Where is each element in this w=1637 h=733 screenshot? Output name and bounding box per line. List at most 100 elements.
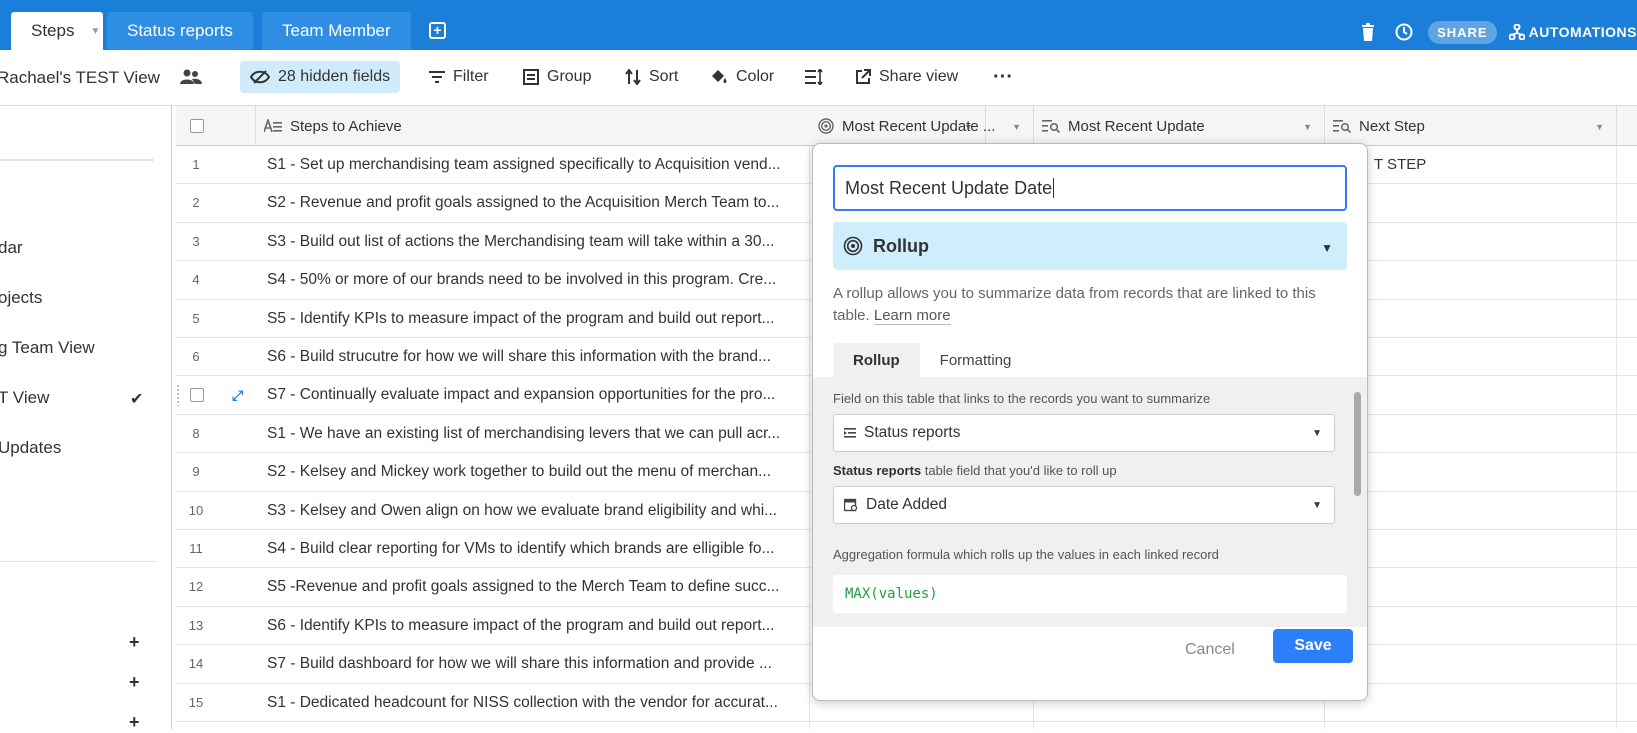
field-name-input[interactable]: Most Recent Update Date bbox=[833, 165, 1347, 211]
row-height-button[interactable] bbox=[795, 61, 841, 93]
add-icon[interactable]: + bbox=[129, 712, 140, 733]
sidebar-item-calendar[interactable]: dar bbox=[0, 238, 23, 258]
lookup-date-icon bbox=[844, 498, 858, 512]
history-icon[interactable] bbox=[1392, 20, 1416, 44]
sidebar-item-team-view[interactable]: g Team View bbox=[0, 338, 95, 358]
tab-rollup[interactable]: Rollup bbox=[833, 343, 920, 377]
column-label: Most Recent Update ... bbox=[842, 117, 996, 135]
sort-icon bbox=[625, 69, 641, 85]
rollup-field-value: Date Added bbox=[866, 496, 948, 513]
sort-button[interactable]: Sort bbox=[615, 61, 688, 93]
hidden-fields-button[interactable]: 28 hidden fields bbox=[240, 61, 401, 93]
rollup-icon bbox=[843, 236, 863, 256]
chevron-down-icon[interactable]: ▼ bbox=[90, 26, 100, 37]
sidebar-divider bbox=[0, 159, 154, 161]
share-view-label: Share view bbox=[879, 68, 959, 85]
config-tabs: Rollup Formatting bbox=[833, 343, 1031, 377]
row-checkbox[interactable] bbox=[190, 388, 204, 403]
scrollbar[interactable] bbox=[1354, 392, 1361, 496]
chevron-down-icon[interactable]: ▼ bbox=[1595, 122, 1604, 132]
group-label: Group bbox=[547, 68, 592, 85]
row-number: 2 bbox=[192, 195, 200, 211]
sidebar-item-test-view[interactable]: T View bbox=[0, 388, 49, 408]
column-header-most-recent-update-date[interactable]: Most Recent Update ... ▼ bbox=[810, 106, 1034, 146]
share-view-button[interactable]: Share view bbox=[845, 61, 968, 93]
add-icon[interactable]: + bbox=[129, 632, 140, 653]
grid-header: Steps to Achieve ▼ Most Recent Update ..… bbox=[176, 106, 1637, 146]
row-number: 13 bbox=[188, 617, 204, 633]
chevron-down-icon: ▼ bbox=[1321, 241, 1333, 255]
text-cursor bbox=[1053, 178, 1055, 198]
cancel-button[interactable]: Cancel bbox=[1185, 633, 1235, 667]
row-number: 5 bbox=[192, 310, 200, 326]
paint-bucket-icon bbox=[712, 70, 727, 83]
tab-label: Steps bbox=[31, 21, 75, 40]
add-icon[interactable]: + bbox=[129, 672, 140, 693]
tab-team-member[interactable]: Team Member bbox=[262, 12, 411, 50]
column-label: Next Step bbox=[1359, 117, 1425, 135]
learn-more-link[interactable]: Learn more bbox=[873, 307, 951, 325]
color-button[interactable]: Color bbox=[700, 61, 784, 93]
filter-button[interactable]: Filter bbox=[419, 61, 499, 93]
add-table-icon[interactable]: + bbox=[429, 22, 446, 39]
filter-label: Filter bbox=[453, 68, 489, 85]
row-number: 9 bbox=[192, 464, 200, 480]
top-right-actions: SHARE AUTOMATIONS bbox=[1356, 18, 1637, 46]
rollup-table-name: Status reports bbox=[833, 463, 922, 478]
tab-status-reports[interactable]: Status reports bbox=[107, 12, 253, 50]
table-tab-bar: Steps ▼ Status reports Team Member + SHA… bbox=[0, 0, 1637, 50]
link-field-value: Status reports bbox=[864, 424, 961, 441]
row-number: 3 bbox=[192, 233, 200, 249]
collaborators-icon[interactable] bbox=[170, 61, 220, 93]
automations-button[interactable]: AUTOMATIONS bbox=[1508, 24, 1637, 40]
save-button[interactable]: Save bbox=[1273, 629, 1353, 663]
automations-label: AUTOMATIONS bbox=[1528, 24, 1637, 40]
cell-next-step[interactable]: T STEP bbox=[1374, 156, 1426, 173]
chevron-down-icon[interactable]: ▼ bbox=[1012, 122, 1021, 132]
row-number: 14 bbox=[188, 656, 204, 672]
rollup-field-label-text: table field that you'd like to roll up bbox=[921, 463, 1117, 478]
long-text-icon bbox=[264, 119, 282, 133]
row-number: 10 bbox=[188, 502, 204, 518]
aggregation-formula-input[interactable]: MAX(values) bbox=[833, 575, 1347, 613]
select-all-header bbox=[176, 106, 256, 146]
rollup-description: A rollup allows you to summarize data fr… bbox=[833, 283, 1343, 327]
row-number: 11 bbox=[189, 541, 203, 556]
share-button[interactable]: SHARE bbox=[1428, 20, 1497, 44]
hidden-eye-icon bbox=[250, 70, 270, 84]
field-name-value: Most Recent Update Date bbox=[845, 177, 1053, 198]
link-field-label: Field on this table that links to the re… bbox=[833, 391, 1211, 406]
row-number: 1 bbox=[192, 157, 200, 172]
rollup-field-label: Status reports table field that you'd li… bbox=[833, 463, 1117, 478]
trash-icon[interactable] bbox=[1356, 20, 1380, 44]
link-field-select[interactable]: Status reports ▼ bbox=[833, 414, 1335, 452]
field-type-select[interactable]: Rollup ▼ bbox=[833, 222, 1347, 270]
row-height-icon bbox=[805, 69, 823, 85]
rollup-config-panel: Field on this table that links to the re… bbox=[813, 377, 1367, 627]
tab-label: Status reports bbox=[127, 21, 233, 40]
row-number: 12 bbox=[188, 579, 204, 595]
color-label: Color bbox=[736, 68, 775, 85]
select-all-checkbox[interactable] bbox=[190, 119, 204, 133]
more-options-icon[interactable]: ··· bbox=[983, 61, 1023, 93]
tab-formatting[interactable]: Formatting bbox=[920, 343, 1032, 377]
expand-record-icon[interactable]: ⤢ bbox=[232, 387, 243, 404]
chevron-down-icon[interactable]: ▼ bbox=[1303, 122, 1312, 132]
rollup-field-select[interactable]: Date Added ▼ bbox=[833, 486, 1335, 524]
drag-handle-icon[interactable] bbox=[176, 384, 180, 407]
hidden-fields-label: 28 hidden fields bbox=[278, 68, 391, 85]
view-name[interactable]: Rachael's TEST View bbox=[0, 68, 160, 88]
column-header-next-step[interactable]: Next Step ▼ bbox=[1325, 106, 1617, 146]
views-sidebar: dar ojects g Team View T View ✔ Updates … bbox=[0, 106, 172, 732]
field-type-label: Rollup bbox=[873, 235, 929, 256]
lookup-icon bbox=[1042, 119, 1060, 133]
group-button[interactable]: Group bbox=[513, 61, 601, 93]
column-label: Steps to Achieve bbox=[290, 117, 402, 135]
row-number: 8 bbox=[192, 425, 200, 441]
share-view-icon bbox=[856, 69, 871, 84]
column-header-most-recent-update[interactable]: Most Recent Update ▼ bbox=[1034, 106, 1325, 146]
sidebar-item-updates[interactable]: Updates bbox=[0, 438, 61, 458]
tab-steps[interactable]: Steps ▼ bbox=[11, 12, 103, 50]
sidebar-item-projects[interactable]: ojects bbox=[0, 288, 42, 308]
linked-record-icon bbox=[844, 427, 856, 439]
